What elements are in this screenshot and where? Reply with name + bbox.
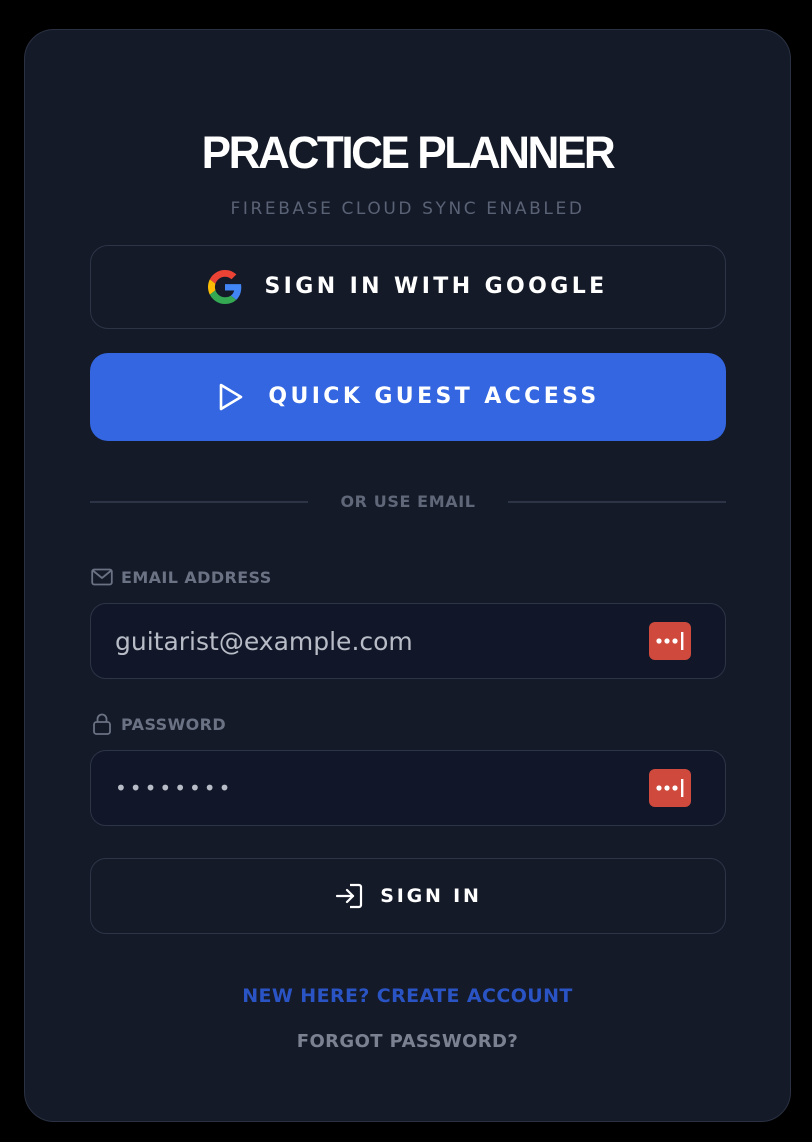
guest-access-label: QUICK GUEST ACCESS [268, 384, 600, 409]
app-title: PRACTICE PLANNER [201, 127, 616, 178]
google-icon [208, 270, 242, 304]
lock-icon [90, 712, 114, 736]
mail-icon [90, 565, 114, 589]
email-label: EMAIL ADDRESS [90, 565, 272, 589]
password-manager-icon[interactable] [649, 769, 691, 807]
sign-in-button[interactable]: SIGN IN [90, 858, 726, 934]
guest-access-button[interactable]: QUICK GUEST ACCESS [90, 353, 726, 441]
password-label-text: PASSWORD [121, 714, 227, 734]
google-signin-button[interactable]: SIGN IN WITH GOOGLE [90, 245, 726, 329]
create-account-link[interactable]: NEW HERE? CREATE ACCOUNT [25, 987, 790, 1006]
sign-in-label: SIGN IN [380, 884, 482, 907]
sign-in-icon [334, 881, 364, 911]
google-signin-label: SIGN IN WITH GOOGLE [264, 274, 608, 299]
forgot-password-link[interactable]: FORGOT PASSWORD? [25, 1033, 790, 1051]
app-subtitle: FIREBASE CLOUD SYNC ENABLED [230, 199, 585, 219]
login-card: PRACTICE PLANNER FIREBASE CLOUD SYNC ENA… [24, 29, 791, 1122]
divider-line-right [508, 501, 726, 503]
password-input[interactable] [115, 751, 635, 825]
email-field[interactable] [90, 603, 726, 679]
email-label-text: EMAIL ADDRESS [121, 567, 272, 587]
password-field[interactable] [90, 750, 726, 826]
email-divider: OR USE EMAIL [90, 491, 726, 513]
password-label: PASSWORD [90, 712, 226, 736]
play-icon [216, 382, 246, 412]
email-input[interactable] [115, 604, 635, 678]
password-manager-icon[interactable] [649, 622, 691, 660]
